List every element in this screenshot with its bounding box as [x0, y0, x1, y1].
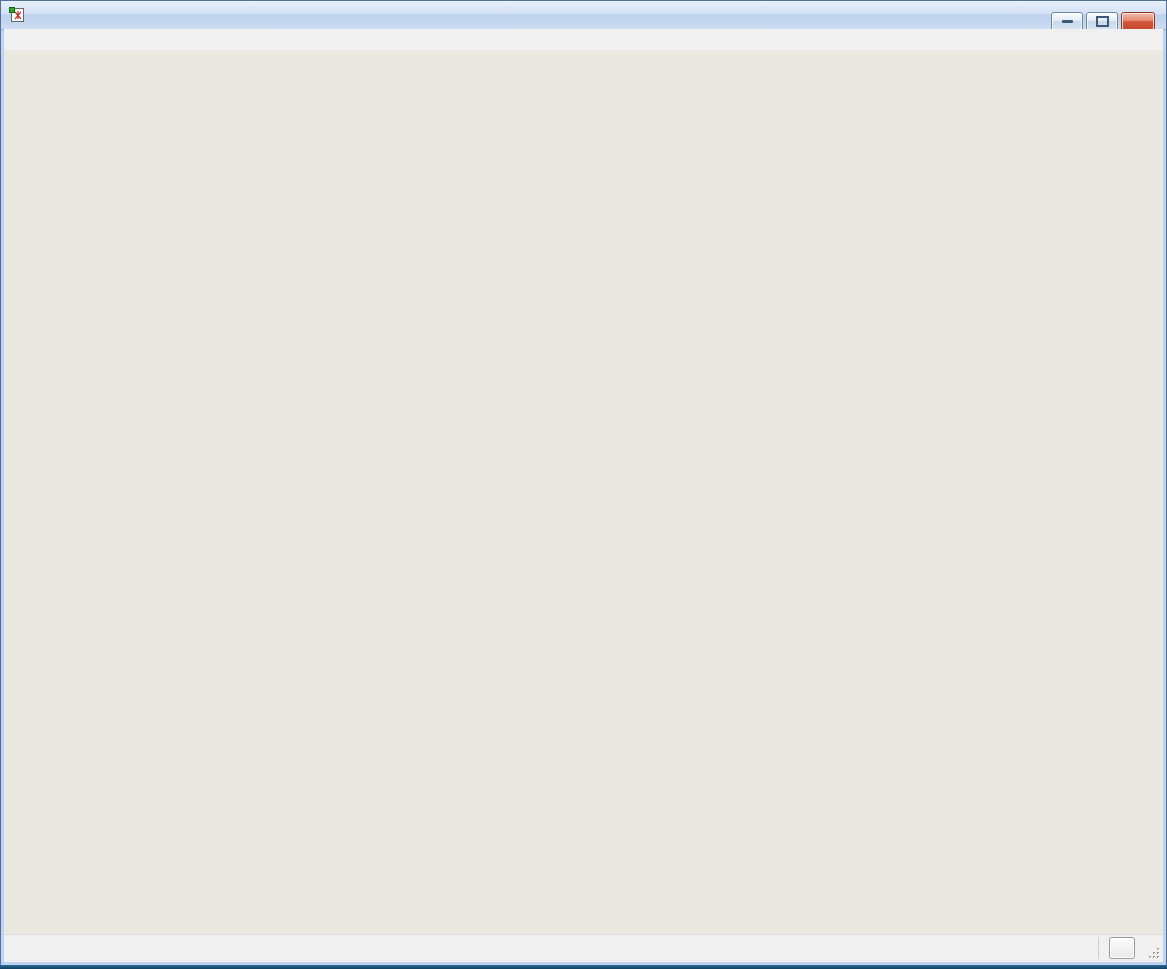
statusbar	[4, 934, 1163, 962]
maximize-icon	[1095, 16, 1109, 27]
ir-spectrum-chart[interactable]	[4, 50, 1163, 935]
menu-item-plots[interactable]	[4, 38, 20, 42]
chart-panel	[4, 50, 1163, 935]
help-button[interactable]	[1109, 937, 1135, 959]
menubar	[4, 29, 1163, 50]
window-bottom-border	[0, 965, 1167, 969]
app-icon	[9, 7, 25, 23]
app-window	[0, 0, 1167, 969]
minimize-icon	[1061, 20, 1073, 23]
help-pane	[1098, 937, 1145, 959]
titlebar[interactable]	[1, 1, 1166, 31]
resize-grip[interactable]	[1148, 947, 1161, 960]
